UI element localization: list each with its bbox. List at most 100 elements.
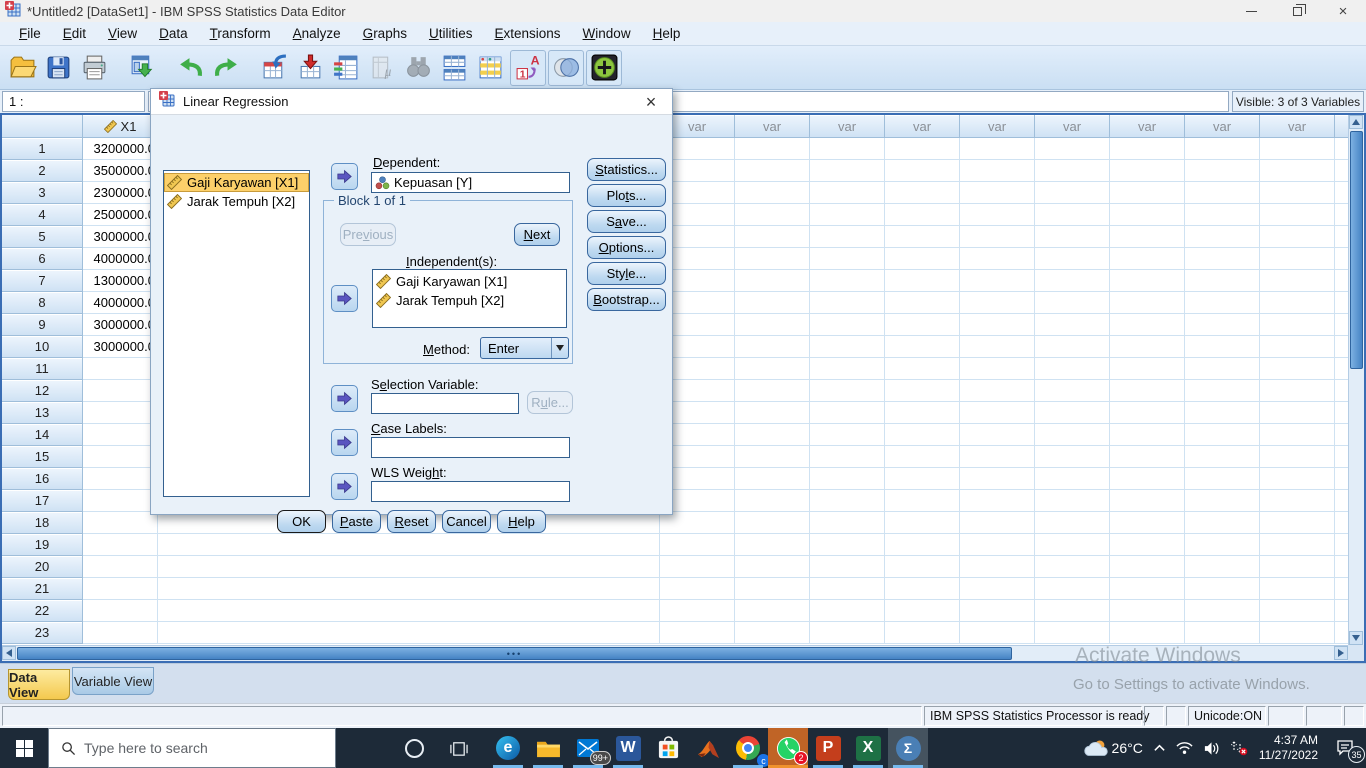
cell-empty[interactable] bbox=[735, 578, 810, 600]
scroll-up-arrow[interactable] bbox=[1349, 115, 1363, 129]
row-header-11[interactable]: 11 bbox=[2, 358, 83, 380]
column-header-var[interactable]: var bbox=[1260, 115, 1335, 138]
cell-empty[interactable] bbox=[885, 292, 960, 314]
network-sync-button[interactable] bbox=[1225, 728, 1253, 768]
cell-empty[interactable] bbox=[1110, 578, 1185, 600]
row-header-23[interactable]: 23 bbox=[2, 622, 83, 644]
cell-empty[interactable] bbox=[1260, 292, 1335, 314]
cell-empty[interactable] bbox=[885, 534, 960, 556]
method-dropdown[interactable]: Enter bbox=[480, 337, 569, 359]
cell-empty[interactable] bbox=[960, 270, 1035, 292]
cell-empty[interactable] bbox=[1260, 336, 1335, 358]
column-header-var[interactable]: var bbox=[1335, 115, 1348, 138]
cell-empty[interactable] bbox=[1185, 468, 1260, 490]
cell-empty[interactable] bbox=[1260, 424, 1335, 446]
taskbar-spss[interactable]: Σ bbox=[888, 728, 928, 768]
cell-empty[interactable] bbox=[1110, 512, 1185, 534]
column-header-var[interactable]: var bbox=[1185, 115, 1260, 138]
cell-x1-row11[interactable] bbox=[83, 358, 158, 380]
cell-empty[interactable] bbox=[1110, 358, 1185, 380]
cell-empty[interactable] bbox=[735, 446, 810, 468]
reset-button[interactable]: Reset bbox=[387, 510, 436, 533]
cell-empty[interactable] bbox=[885, 314, 960, 336]
cell-x1-row12[interactable] bbox=[83, 380, 158, 402]
notification-center-button[interactable]: 35 bbox=[1324, 728, 1366, 768]
cell-empty[interactable] bbox=[1335, 556, 1348, 578]
row-header-5[interactable]: 5 bbox=[2, 226, 83, 248]
scroll-down-arrow[interactable] bbox=[1349, 631, 1363, 645]
weather-button[interactable]: 26°C bbox=[1077, 728, 1148, 768]
cell-empty[interactable] bbox=[735, 138, 810, 160]
cell-x1-row22[interactable] bbox=[83, 600, 158, 622]
cell-empty[interactable] bbox=[810, 182, 885, 204]
cell-empty[interactable] bbox=[1260, 446, 1335, 468]
cell-empty[interactable] bbox=[960, 534, 1035, 556]
cell-empty[interactable] bbox=[885, 160, 960, 182]
cell-empty[interactable] bbox=[1260, 512, 1335, 534]
taskbar-mail[interactable]: 99+ bbox=[568, 728, 608, 768]
cell-empty[interactable] bbox=[735, 490, 810, 512]
cell-empty[interactable] bbox=[1110, 336, 1185, 358]
cell-empty[interactable] bbox=[1035, 622, 1110, 644]
cell-empty[interactable] bbox=[960, 468, 1035, 490]
cell-empty[interactable] bbox=[1335, 270, 1348, 292]
cell-empty[interactable] bbox=[1335, 380, 1348, 402]
row-header-4[interactable]: 4 bbox=[2, 204, 83, 226]
column-header-var[interactable]: var bbox=[735, 115, 810, 138]
cell-empty[interactable] bbox=[885, 138, 960, 160]
recall-dialogs-icon[interactable] bbox=[124, 50, 160, 86]
cell-empty[interactable] bbox=[885, 248, 960, 270]
value-labels-icon[interactable]: 1A bbox=[510, 50, 546, 86]
row-header-22[interactable]: 22 bbox=[2, 600, 83, 622]
cell-x1-row6[interactable]: 4000000.0 bbox=[83, 248, 158, 270]
row-header-7[interactable]: 7 bbox=[2, 270, 83, 292]
cell-empty[interactable] bbox=[1110, 182, 1185, 204]
cell-empty[interactable] bbox=[1335, 600, 1348, 622]
cell-empty[interactable] bbox=[810, 556, 885, 578]
wifi-button[interactable] bbox=[1171, 728, 1198, 768]
column-header-var[interactable]: var bbox=[960, 115, 1035, 138]
cell-empty[interactable] bbox=[1110, 292, 1185, 314]
taskbar-word[interactable]: W bbox=[608, 728, 648, 768]
column-header-var[interactable]: var bbox=[1110, 115, 1185, 138]
cell-empty[interactable] bbox=[810, 424, 885, 446]
cell-empty[interactable] bbox=[660, 512, 735, 534]
cell-empty[interactable] bbox=[735, 204, 810, 226]
cell-empty[interactable] bbox=[1185, 556, 1260, 578]
cell-empty[interactable] bbox=[735, 270, 810, 292]
cell-empty[interactable] bbox=[735, 226, 810, 248]
cell-empty[interactable] bbox=[1110, 248, 1185, 270]
cell-empty[interactable] bbox=[1335, 204, 1348, 226]
cell-empty[interactable] bbox=[1035, 160, 1110, 182]
vertical-scroll-thumb[interactable] bbox=[1350, 131, 1363, 369]
cell-empty[interactable] bbox=[1035, 534, 1110, 556]
cell-empty[interactable] bbox=[1035, 226, 1110, 248]
cell-empty[interactable] bbox=[1110, 314, 1185, 336]
cell-empty[interactable] bbox=[735, 402, 810, 424]
cell-empty[interactable] bbox=[735, 182, 810, 204]
cell-empty[interactable] bbox=[885, 622, 960, 644]
plots-button[interactable]: Plots... bbox=[587, 184, 666, 207]
cell-empty[interactable] bbox=[960, 204, 1035, 226]
cell-empty[interactable] bbox=[960, 622, 1035, 644]
cell-empty[interactable] bbox=[735, 512, 810, 534]
cell-x1-row1[interactable]: 3200000.0 bbox=[83, 138, 158, 160]
cell-empty[interactable] bbox=[810, 512, 885, 534]
cell-x1-row5[interactable]: 3000000.0 bbox=[83, 226, 158, 248]
cell-empty[interactable] bbox=[1035, 138, 1110, 160]
cell-empty[interactable] bbox=[810, 314, 885, 336]
cell-empty[interactable] bbox=[1035, 314, 1110, 336]
cell-empty[interactable] bbox=[735, 292, 810, 314]
cell-empty[interactable] bbox=[1335, 402, 1348, 424]
cell-empty[interactable] bbox=[1335, 622, 1348, 644]
weight-cases-icon[interactable] bbox=[472, 50, 508, 86]
source-variable-item[interactable]: Gaji Karyawan [X1] bbox=[164, 173, 309, 192]
cell-empty[interactable] bbox=[960, 600, 1035, 622]
cell-empty[interactable] bbox=[660, 556, 735, 578]
dialog-close-button[interactable]: × bbox=[640, 92, 662, 112]
cell-empty[interactable] bbox=[1035, 424, 1110, 446]
cell-empty[interactable] bbox=[1035, 556, 1110, 578]
source-variable-item[interactable]: Jarak Tempuh [X2] bbox=[164, 192, 309, 211]
cell-empty[interactable] bbox=[885, 380, 960, 402]
cell-empty[interactable] bbox=[735, 314, 810, 336]
